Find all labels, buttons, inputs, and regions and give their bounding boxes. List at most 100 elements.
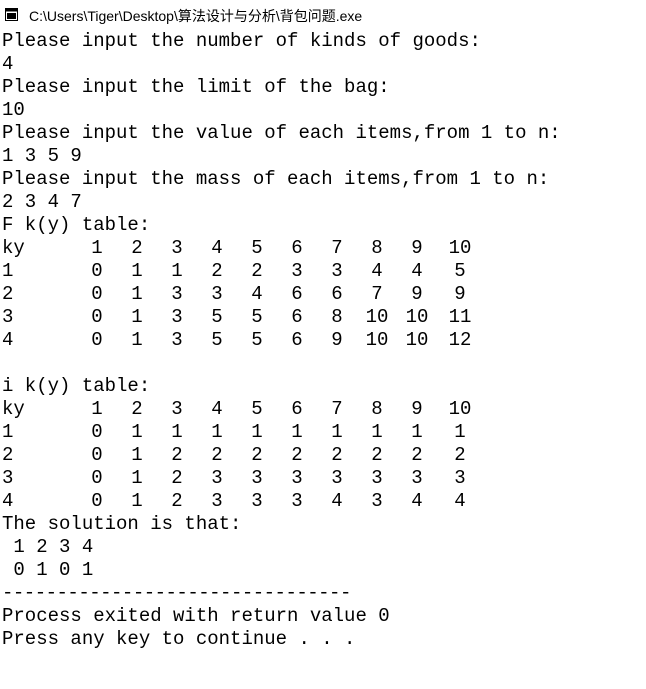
table-cell: 1 [91,237,103,259]
fk-table: ky 1 2 3 4 5 6 7 8 9 10 1 0 1 1 2 2 3 3 4 4 5 2 0 1 3 3 4 6 6 7 9 9 3 0 1 3 5… [2,237,642,352]
table-cell: 10 [365,329,389,351]
table-cell: 7 [331,237,343,259]
table-cell: 1 [131,421,143,443]
table-row: 2 0 1 2 2 2 2 2 2 2 2 [2,444,642,467]
row-label: 4 [2,329,14,351]
table-cell: 0 [91,260,103,282]
table-cell: 5 [251,306,263,328]
console-output[interactable]: Please input the number of kinds of good… [2,30,642,651]
table-cell: 1 [131,444,143,466]
row-label: ky [2,237,25,259]
table-cell: 10 [365,306,389,328]
table-cell: 9 [411,398,423,420]
table-cell: 0 [91,306,103,328]
exit-message: Process exited with return value 0 [2,605,390,627]
table-cell: 2 [171,467,183,489]
table-cell: 4 [211,398,223,420]
table-cell: 3 [211,467,223,489]
table-header-row: ky 1 2 3 4 5 6 7 8 9 10 [2,398,642,421]
table-cell: 3 [171,329,183,351]
table-row: 2 0 1 3 3 4 6 6 7 9 9 [2,283,642,306]
row-label: 3 [2,467,14,489]
table-row: 1 0 1 1 2 2 3 3 4 4 5 [2,260,642,283]
table-cell: 1 [454,421,466,443]
table-row: 3 0 1 3 5 5 6 8 10 10 11 [2,306,642,329]
row-label: 1 [2,260,14,282]
table-cell: 5 [251,237,263,259]
table-cell: 3 [171,237,183,259]
table-cell: 2 [171,490,183,512]
table-cell: 4 [411,490,423,512]
table-cell: 2 [131,237,143,259]
table-header-row: ky 1 2 3 4 5 6 7 8 9 10 [2,237,642,260]
table-cell: 4 [454,490,466,512]
prompt-limit: Please input the limit of the bag: [2,76,390,98]
table-cell: 0 [91,283,103,305]
ik-table-title: i k(y) table: [2,375,151,397]
table-cell: 9 [331,329,343,351]
table-cell: 1 [331,421,343,443]
row-label: 2 [2,444,14,466]
table-cell: 4 [331,490,343,512]
table-cell: 11 [448,306,472,328]
table-cell: 2 [291,444,303,466]
table-cell: 3 [291,260,303,282]
table-cell: 4 [211,237,223,259]
ik-table: ky 1 2 3 4 5 6 7 8 9 10 1 0 1 1 1 1 1 1 1 1 1 2 0 1 2 2 2 2 2 2 2 2 3 0 1 2 3… [2,398,642,513]
prompt-mass: Please input the mass of each items,from… [2,168,550,190]
table-cell: 7 [331,398,343,420]
table-cell: 3 [291,467,303,489]
table-cell: 1 [131,467,143,489]
table-cell: 12 [448,329,472,351]
table-cell: 3 [211,283,223,305]
console-app-icon [5,8,18,21]
table-cell: 4 [371,260,383,282]
prompt-value: Please input the value of each items,fro… [2,122,561,144]
row-label: 2 [2,283,14,305]
table-cell: 1 [131,260,143,282]
table-cell: 3 [291,490,303,512]
table-row: 4 0 1 3 5 5 6 9 10 10 12 [2,329,642,352]
table-cell: 1 [291,421,303,443]
table-cell: 1 [171,421,183,443]
table-cell: 3 [331,467,343,489]
table-cell: 0 [91,467,103,489]
row-label: 4 [2,490,14,512]
input-mass: 2 3 4 7 [2,191,82,213]
table-cell: 6 [291,306,303,328]
table-cell: 6 [331,283,343,305]
table-cell: 2 [371,444,383,466]
table-cell: 1 [211,421,223,443]
solution-title: The solution is that: [2,513,242,535]
table-row: 4 0 1 2 3 3 3 4 3 4 4 [2,490,642,513]
table-cell: 5 [251,398,263,420]
separator-line: -------------------------------- [2,582,351,604]
table-cell: 10 [448,237,472,259]
table-cell: 3 [171,283,183,305]
table-cell: 1 [131,283,143,305]
table-cell: 1 [171,260,183,282]
table-cell: 1 [131,306,143,328]
table-cell: 2 [171,444,183,466]
table-cell: 2 [251,260,263,282]
table-cell: 3 [211,490,223,512]
table-cell: 9 [411,283,423,305]
table-cell: 1 [411,421,423,443]
table-cell: 5 [251,329,263,351]
table-cell: 2 [331,444,343,466]
solution-items: 1 2 3 4 [2,536,94,558]
table-cell: 3 [331,260,343,282]
table-row: 3 0 1 2 3 3 3 3 3 3 3 [2,467,642,490]
table-cell: 9 [454,283,466,305]
table-cell: 0 [91,329,103,351]
table-cell: 2 [211,260,223,282]
input-limit: 10 [2,99,25,121]
table-cell: 2 [454,444,466,466]
window-titlebar[interactable]: C:\Users\Tiger\Desktop\算法设计与分析\背包问题.exe [0,0,646,30]
table-cell: 2 [211,444,223,466]
table-cell: 0 [91,444,103,466]
table-cell: 8 [371,237,383,259]
row-label: ky [2,398,25,420]
table-cell: 1 [371,421,383,443]
table-cell: 6 [291,329,303,351]
